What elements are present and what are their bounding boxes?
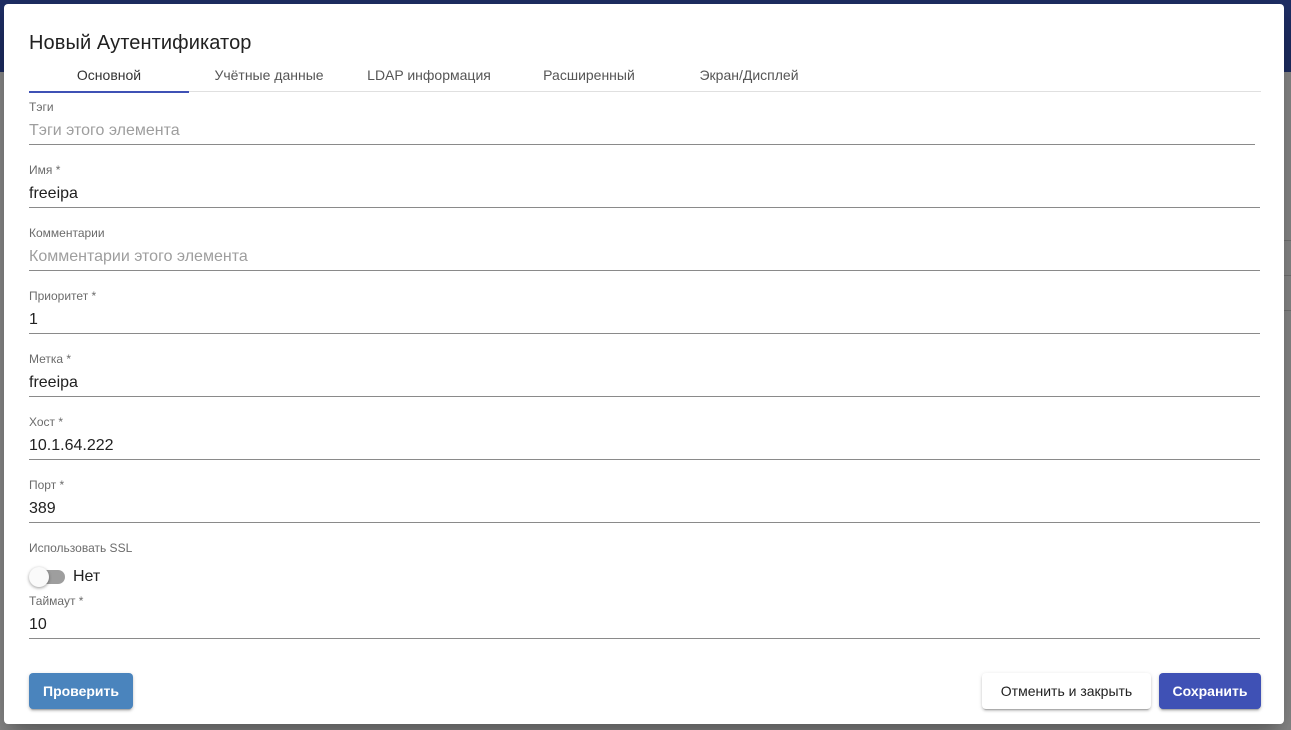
comments-input[interactable] [29, 245, 1260, 271]
comments-label: Комментарии [29, 226, 105, 240]
label-input[interactable] [29, 371, 1260, 397]
port-input[interactable] [29, 497, 1260, 523]
host-input[interactable] [29, 434, 1260, 460]
host-label: Хост * [29, 415, 64, 429]
use-ssl-switch[interactable] [29, 567, 65, 587]
priority-label: Приоритет * [29, 289, 97, 303]
timeout-field: Таймаут * [29, 593, 1260, 639]
tab-display[interactable]: Экран/Дисплей [669, 62, 829, 92]
port-field: Порт * [29, 477, 1260, 523]
save-button[interactable]: Сохранить [1159, 673, 1261, 709]
host-field: Хост * [29, 414, 1260, 460]
switch-thumb[interactable] [29, 567, 49, 587]
label-label: Метка * [29, 352, 72, 366]
tab-bar: Основной Учётные данные LDAP информация … [29, 62, 1261, 93]
port-label: Порт * [29, 478, 65, 492]
tags-field: Тэги [29, 99, 1255, 145]
test-button[interactable]: Проверить [29, 673, 133, 709]
tags-input[interactable] [29, 119, 1255, 145]
name-label: Имя * [29, 163, 61, 177]
timeout-label: Таймаут * [29, 594, 84, 608]
label-field: Метка * [29, 351, 1260, 397]
cancel-and-close-button[interactable]: Отменить и закрыть [982, 673, 1151, 709]
use-ssl-toggle-row: Нет [29, 565, 100, 589]
tab-advanced[interactable]: Расширенный [509, 62, 669, 92]
use-ssl-field: Использовать SSL [29, 540, 1260, 556]
tab-ldap-info[interactable]: LDAP информация [349, 62, 509, 92]
use-ssl-state-text: Нет [73, 568, 101, 585]
new-authenticator-dialog: Новый Аутентификатор Основной Учётные да… [4, 4, 1284, 724]
dialog-title: Новый Аутентификатор [29, 32, 252, 54]
timeout-input[interactable] [29, 613, 1260, 639]
priority-input[interactable] [29, 308, 1260, 334]
use-ssl-label: Использовать SSL [29, 541, 133, 555]
comments-field: Комментарии [29, 225, 1260, 271]
tab-main[interactable]: Основной [29, 62, 189, 93]
tab-credentials[interactable]: Учётные данные [189, 62, 349, 92]
tags-label: Тэги [29, 100, 54, 114]
priority-field: Приоритет * [29, 288, 1260, 334]
name-input[interactable] [29, 182, 1260, 208]
name-field: Имя * [29, 162, 1260, 208]
